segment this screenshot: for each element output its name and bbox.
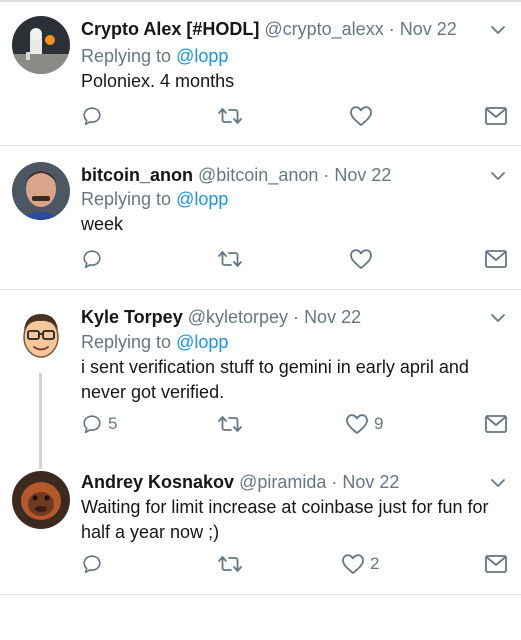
envelope-icon <box>485 250 507 268</box>
reply-button[interactable]: 5 <box>81 412 117 436</box>
direct-message-button[interactable] <box>485 104 507 128</box>
avatar-bitcoin-anon[interactable] <box>12 162 70 220</box>
avatar-kyle-torpey[interactable] <box>12 306 70 364</box>
user-handle[interactable]: @kyletorpey <box>188 307 288 327</box>
tweet-text: Poloniex. 4 months <box>81 71 235 91</box>
reply-button[interactable] <box>81 247 103 271</box>
replying-to-label: Replying to <box>81 46 172 66</box>
separator-dot: · <box>323 165 330 185</box>
like-button[interactable] <box>349 104 373 128</box>
direct-message-button[interactable] <box>485 552 507 576</box>
retweet-icon <box>218 251 242 267</box>
tweet-actions: 5 9 <box>81 412 511 436</box>
envelope-icon <box>485 415 507 433</box>
display-name[interactable]: Crypto Alex [#HODL] <box>81 19 259 39</box>
chevron-down-icon[interactable] <box>490 312 506 324</box>
direct-message-button[interactable] <box>485 412 507 436</box>
heart-icon <box>350 249 372 269</box>
user-handle[interactable]: @piramida <box>239 472 326 492</box>
replying-to-link[interactable]: @lopp <box>176 189 228 209</box>
separator-dot: · <box>388 19 395 39</box>
tweet-divider <box>0 594 521 595</box>
avatar-astronaut[interactable] <box>12 16 70 74</box>
separator-dot: · <box>293 307 300 327</box>
astronaut-moon-avatar-icon <box>12 16 70 74</box>
avatar-andrey-kosnakov[interactable] <box>12 471 70 529</box>
direct-message-button[interactable] <box>485 247 507 271</box>
tweet-text: i sent verification stuff to gemini in e… <box>81 357 469 402</box>
like-count: 2 <box>370 554 380 573</box>
tweet-3[interactable]: Kyle Torpey @kyletorpey · Nov 22 Replyin… <box>0 290 521 450</box>
display-name[interactable]: Kyle Torpey <box>81 307 183 327</box>
tweet-header: bitcoin_anon @bitcoin_anon · Nov 22 <box>81 164 391 186</box>
chevron-down-icon[interactable] <box>490 24 506 36</box>
replying-to-label: Replying to <box>81 189 172 209</box>
orangutan-avatar-icon <box>12 471 70 529</box>
tweet-date[interactable]: Nov 22 <box>334 165 391 185</box>
man-mustache-avatar-icon <box>12 162 70 220</box>
retweet-button[interactable] <box>217 104 243 128</box>
replying-to-link[interactable]: @lopp <box>176 46 228 66</box>
cartoon-face-avatar-icon <box>12 306 70 364</box>
tweet-header: Andrey Kosnakov @piramida · Nov 22 <box>81 471 399 493</box>
retweet-icon <box>218 416 242 432</box>
tweet-actions: 2 <box>81 552 511 576</box>
separator-dot: · <box>331 472 338 492</box>
tweet-2[interactable]: bitcoin_anon @bitcoin_anon · Nov 22 Repl… <box>0 146 521 289</box>
tweet-text: Waiting for limit increase at coinbase j… <box>81 497 489 542</box>
reply-icon <box>83 107 101 126</box>
envelope-icon <box>485 107 507 125</box>
tweet-actions <box>81 104 511 128</box>
retweet-button[interactable] <box>217 412 243 436</box>
reply-count: 5 <box>108 414 118 433</box>
replying-to: Replying to @lopp <box>81 331 228 353</box>
replying-to-label: Replying to <box>81 332 172 352</box>
tweet-date[interactable]: Nov 22 <box>400 19 457 39</box>
reply-icon <box>83 250 101 269</box>
display-name[interactable]: Andrey Kosnakov <box>81 472 234 492</box>
reply-button[interactable] <box>81 552 103 576</box>
tweet-4[interactable]: Andrey Kosnakov @piramida · Nov 22 Waiti… <box>0 450 521 594</box>
like-count: 9 <box>374 414 384 433</box>
display-name[interactable]: bitcoin_anon <box>81 165 193 185</box>
chevron-down-icon[interactable] <box>490 170 506 182</box>
heart-icon <box>342 554 364 574</box>
tweet-text: week <box>81 214 124 234</box>
replying-to: Replying to @lopp <box>81 45 228 67</box>
tweet-date[interactable]: Nov 22 <box>342 472 399 492</box>
user-handle[interactable]: @bitcoin_anon <box>198 165 318 185</box>
replying-to: Replying to @lopp <box>81 188 228 210</box>
reply-icon <box>83 555 101 574</box>
user-handle[interactable]: @crypto_alexx <box>264 19 383 39</box>
envelope-icon <box>485 555 507 573</box>
retweet-icon <box>218 108 242 124</box>
reply-icon <box>83 415 101 434</box>
retweet-button[interactable] <box>217 552 243 576</box>
like-button[interactable] <box>349 247 373 271</box>
retweet-button[interactable] <box>217 247 243 271</box>
retweet-icon <box>218 556 242 572</box>
replying-to-link[interactable]: @lopp <box>176 332 228 352</box>
heart-icon <box>346 414 368 434</box>
reply-button[interactable] <box>81 104 103 128</box>
chevron-down-icon[interactable] <box>490 477 506 489</box>
tweet-header: Kyle Torpey @kyletorpey · Nov 22 <box>81 306 361 328</box>
tweet-header: Crypto Alex [#HODL] @crypto_alexx · Nov … <box>81 18 457 40</box>
tweet-date[interactable]: Nov 22 <box>304 307 361 327</box>
like-button[interactable]: 2 <box>341 552 379 576</box>
tweet-1[interactable]: Crypto Alex [#HODL] @crypto_alexx · Nov … <box>0 0 521 145</box>
heart-icon <box>350 106 372 126</box>
tweet-actions <box>81 247 511 271</box>
like-button[interactable]: 9 <box>345 412 383 436</box>
